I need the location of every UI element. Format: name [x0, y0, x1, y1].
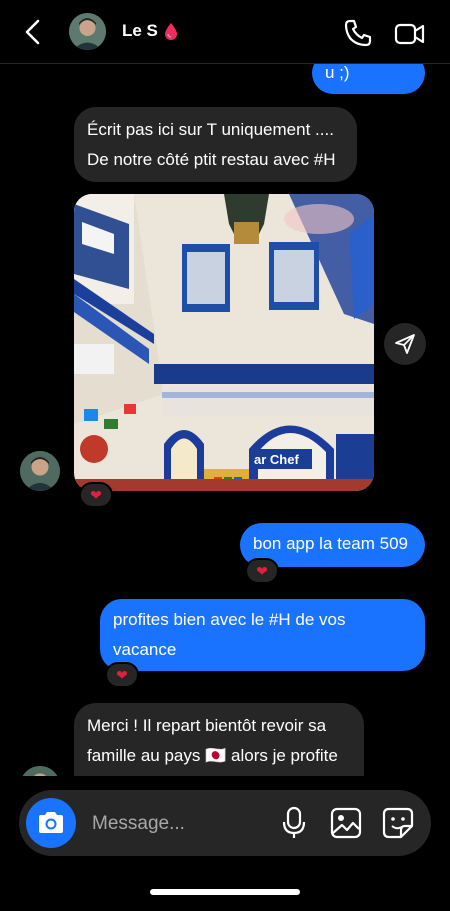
contact-avatar[interactable] — [69, 13, 106, 50]
message-composer — [19, 790, 431, 856]
back-chevron-icon[interactable] — [18, 16, 48, 48]
home-indicator[interactable] — [150, 889, 300, 895]
gallery-icon[interactable] — [329, 806, 363, 840]
message-text: Écrit pas ici sur T uniquement .... — [87, 120, 334, 139]
contact-name: Le S — [122, 21, 158, 40]
heart-reaction[interactable]: ❤ — [245, 558, 279, 584]
contact-title[interactable]: Le S — [122, 21, 178, 41]
microphone-icon[interactable] — [281, 806, 307, 840]
message-sent[interactable]: profites bien avec le #H de vos vacance — [100, 599, 425, 671]
message-text: profites bien avec le #H de vos — [113, 610, 346, 629]
message-text: Merci ! Il repart bientôt revoir sa — [87, 716, 327, 735]
chat-header: Le S — [0, 0, 450, 64]
share-button[interactable] — [384, 323, 426, 365]
heart-reaction[interactable]: ❤ — [105, 662, 139, 688]
message-text: De notre côté ptit restau avec #H — [87, 150, 336, 169]
photo-message[interactable]: ar Chef — [74, 194, 374, 491]
camera-button[interactable] — [26, 798, 76, 848]
message-text: vacance — [113, 640, 177, 659]
message-text: bon app la team 509 — [253, 534, 409, 553]
sticker-icon[interactable] — [381, 806, 415, 840]
sender-avatar[interactable] — [20, 451, 60, 491]
heart-icon: ❤ — [256, 562, 268, 579]
heart-icon: ❤ — [116, 666, 128, 683]
message-text: famille au pays 🇯🇵 alors je profite — [87, 746, 338, 765]
video-camera-icon[interactable] — [394, 20, 426, 48]
phone-icon[interactable] — [343, 18, 373, 48]
heart-reaction[interactable]: ❤ — [79, 482, 113, 508]
heart-icon: ❤ — [90, 486, 102, 503]
message-received[interactable]: Écrit pas ici sur T uniquement .... De n… — [74, 107, 357, 182]
camera-icon — [39, 812, 63, 833]
blood-drop-icon — [164, 23, 177, 40]
message-input[interactable] — [92, 810, 272, 838]
send-arrow-icon — [395, 334, 415, 354]
photo-sign-text: ar Chef — [254, 452, 299, 467]
